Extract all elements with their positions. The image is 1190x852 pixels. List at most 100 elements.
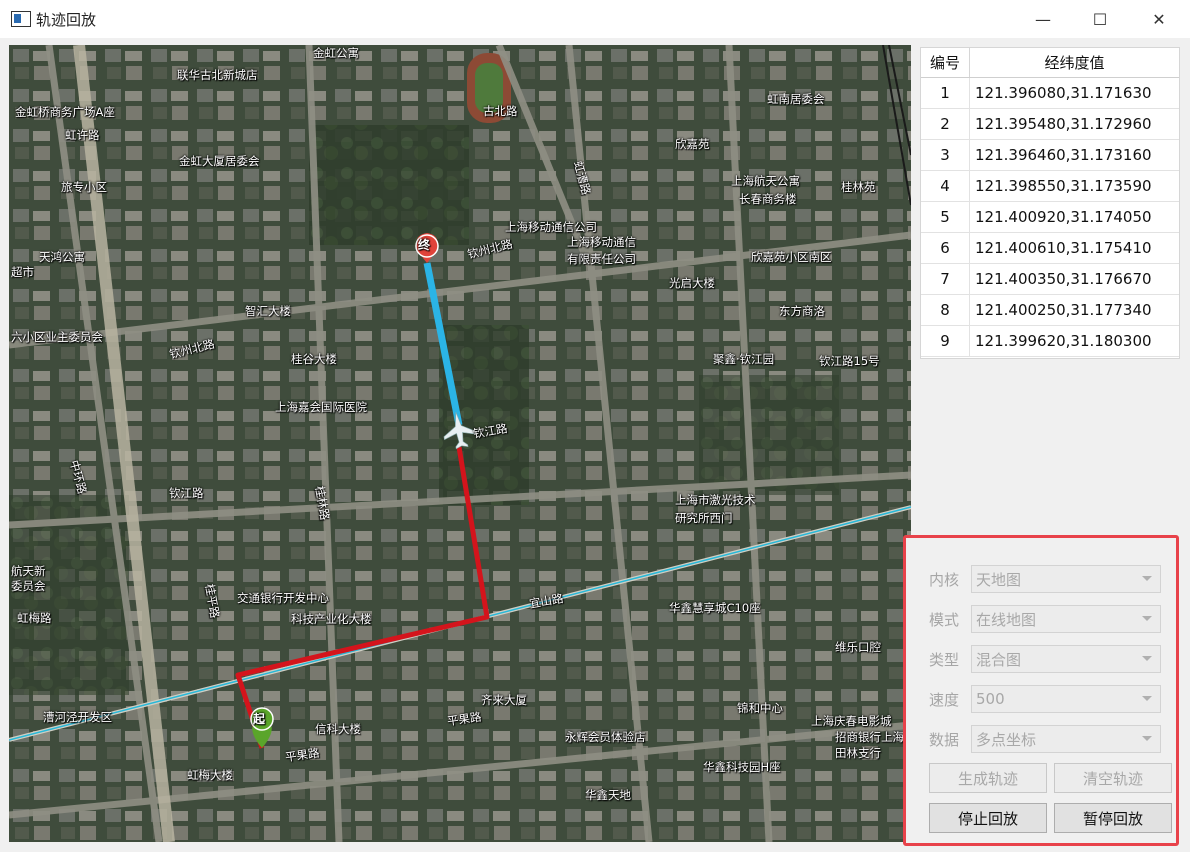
mode-row: 模式 在线地图 xyxy=(929,605,1161,633)
table-row[interactable]: 3 121.396460,31.173160 xyxy=(921,140,1179,171)
chevron-down-icon xyxy=(1142,656,1152,661)
type-label: 类型 xyxy=(929,650,960,669)
map-label: 长春商务楼 xyxy=(739,192,797,206)
map-label: 交通银行开发中心 xyxy=(237,591,329,605)
map-label: 旅专小区 xyxy=(61,180,107,194)
type-value: 混合图 xyxy=(976,650,1022,669)
kernel-value: 天地图 xyxy=(976,570,1022,589)
map-label: 桂谷大楼 xyxy=(291,352,337,366)
map-label: 钦江路 xyxy=(169,486,204,500)
row-coords: 121.400350,31.176670 xyxy=(975,270,1152,288)
speed-select[interactable]: 500 xyxy=(971,685,1161,713)
row-index: 5 xyxy=(921,202,970,232)
mode-label: 模式 xyxy=(929,610,960,629)
map-label: 漕河泾开发区 xyxy=(43,710,112,724)
row-index: 1 xyxy=(921,78,970,108)
column-header-coords[interactable]: 经纬度值 xyxy=(970,48,1179,77)
map-label: 虹南居委会 xyxy=(767,92,825,106)
map-label: 虹许路 xyxy=(65,128,100,142)
map-label: 锦和中心 xyxy=(737,701,783,715)
satellite-map[interactable]: 终 起 金虹公寓 联华古北新城店 古北路 虹南居委会 金虹桥商务广场A座 虹许路… xyxy=(9,45,911,842)
data-row: 数据 多点坐标 xyxy=(929,725,1161,753)
start-marker-label: 起 xyxy=(253,712,266,726)
map-label: 齐来大厦 xyxy=(481,693,527,707)
minimize-button[interactable]: — xyxy=(1020,0,1066,38)
map-label: 光启大楼 xyxy=(669,276,715,290)
map-label: 超市 xyxy=(11,265,34,279)
map-label: 智汇大楼 xyxy=(245,304,291,318)
row-coords: 121.396080,31.171630 xyxy=(975,84,1152,102)
type-select[interactable]: 混合图 xyxy=(971,645,1161,673)
map-label: 欣嘉苑小区南区 xyxy=(751,250,832,264)
map-label: 古北路 xyxy=(483,104,518,118)
map-label: 上海嘉会国际医院 xyxy=(275,400,367,414)
app-icon xyxy=(11,11,31,27)
type-row: 类型 混合图 xyxy=(929,645,1161,673)
map-label: 华鑫科技园H座 xyxy=(703,760,781,774)
map-label: 华鑫天地 xyxy=(585,788,631,802)
map-label: 招商银行上海 xyxy=(835,730,904,744)
row-index: 3 xyxy=(921,140,970,170)
table-row[interactable]: 4 121.398550,31.173590 xyxy=(921,171,1179,202)
map-label: 六小区业主委员会 xyxy=(11,330,103,344)
mode-value: 在线地图 xyxy=(976,610,1037,629)
map-label: 金虹公寓 xyxy=(313,46,359,60)
table-row[interactable]: 2 121.395480,31.172960 xyxy=(921,109,1179,140)
row-index: 6 xyxy=(921,233,970,263)
column-header-index[interactable]: 编号 xyxy=(921,48,970,77)
map-label: 田林支行 xyxy=(835,746,881,760)
chevron-down-icon xyxy=(1142,576,1152,581)
table-row[interactable]: 8 121.400250,31.177340 xyxy=(921,295,1179,326)
control-panel: 内核 天地图 模式 在线地图 类型 混合图 速度 500 数据 多点坐标 生成轨… xyxy=(903,535,1179,846)
data-select[interactable]: 多点坐标 xyxy=(971,725,1161,753)
map-label: 上海移动通信公司 xyxy=(505,220,597,234)
window-title: 轨迹回放 xyxy=(36,11,97,29)
clear-track-button[interactable]: 清空轨迹 xyxy=(1054,763,1172,793)
map-label: 东方商洛 xyxy=(779,304,825,318)
coordinate-table[interactable]: 编号 经纬度值 1 121.396080,31.171630 2 121.39548… xyxy=(920,47,1180,359)
map-label: 永辉会员体验店 xyxy=(565,730,646,744)
data-value: 多点坐标 xyxy=(976,730,1037,749)
table-row[interactable]: 1 121.396080,31.171630 xyxy=(921,78,1179,109)
row-coords: 121.398550,31.173590 xyxy=(975,177,1152,195)
generate-track-button[interactable]: 生成轨迹 xyxy=(929,763,1047,793)
map-label: 金虹大厦居委会 xyxy=(179,154,260,168)
table-row[interactable]: 7 121.400350,31.176670 xyxy=(921,264,1179,295)
map-label: 钦江路15号 xyxy=(819,354,880,368)
map-label: 天鸿公寓 xyxy=(39,250,85,264)
map-label: 航天新 xyxy=(11,564,46,578)
maximize-button[interactable]: ☐ xyxy=(1077,0,1123,38)
data-label: 数据 xyxy=(929,730,960,749)
map-label: 有限责任公司 xyxy=(567,252,636,266)
row-index: 8 xyxy=(921,295,970,325)
table-row[interactable]: 6 121.400610,31.175410 xyxy=(921,233,1179,264)
row-coords: 121.400920,31.174050 xyxy=(975,208,1152,226)
row-index: 4 xyxy=(921,171,970,201)
map-label: 华鑫慧享城C10座 xyxy=(669,601,761,615)
row-index: 9 xyxy=(921,326,970,356)
map-label: 科技产业化大楼 xyxy=(291,612,372,626)
title-bar: 轨迹回放 — ☐ ✕ xyxy=(0,0,1190,38)
table-row[interactable]: 9 121.399620,31.180300 xyxy=(921,326,1179,357)
table-row[interactable]: 5 121.400920,31.174050 xyxy=(921,202,1179,233)
kernel-select[interactable]: 天地图 xyxy=(971,565,1161,593)
pause-playback-button[interactable]: 暂停回放 xyxy=(1054,803,1172,833)
close-button[interactable]: ✕ xyxy=(1136,0,1182,38)
row-coords: 121.400250,31.177340 xyxy=(975,301,1152,319)
mode-select[interactable]: 在线地图 xyxy=(971,605,1161,633)
map-label: 上海移动通信 xyxy=(567,235,636,249)
end-marker-label: 终 xyxy=(418,238,431,252)
speed-value: 500 xyxy=(976,690,1005,708)
map-label: 金虹桥商务广场A座 xyxy=(15,105,115,119)
row-index: 7 xyxy=(921,264,970,294)
row-coords: 121.400610,31.175410 xyxy=(975,239,1152,257)
chevron-down-icon xyxy=(1142,616,1152,621)
map-label: 上海航天公寓 xyxy=(731,174,800,188)
map-label: 维乐口腔 xyxy=(835,640,881,654)
row-coords: 121.399620,31.180300 xyxy=(975,332,1152,350)
map-label: 上海庆春电影城 xyxy=(811,714,892,728)
stop-playback-button[interactable]: 停止回放 xyxy=(929,803,1047,833)
chevron-down-icon xyxy=(1142,736,1152,741)
speed-row: 速度 500 xyxy=(929,685,1161,713)
map-label: 欣嘉苑 xyxy=(675,137,710,151)
